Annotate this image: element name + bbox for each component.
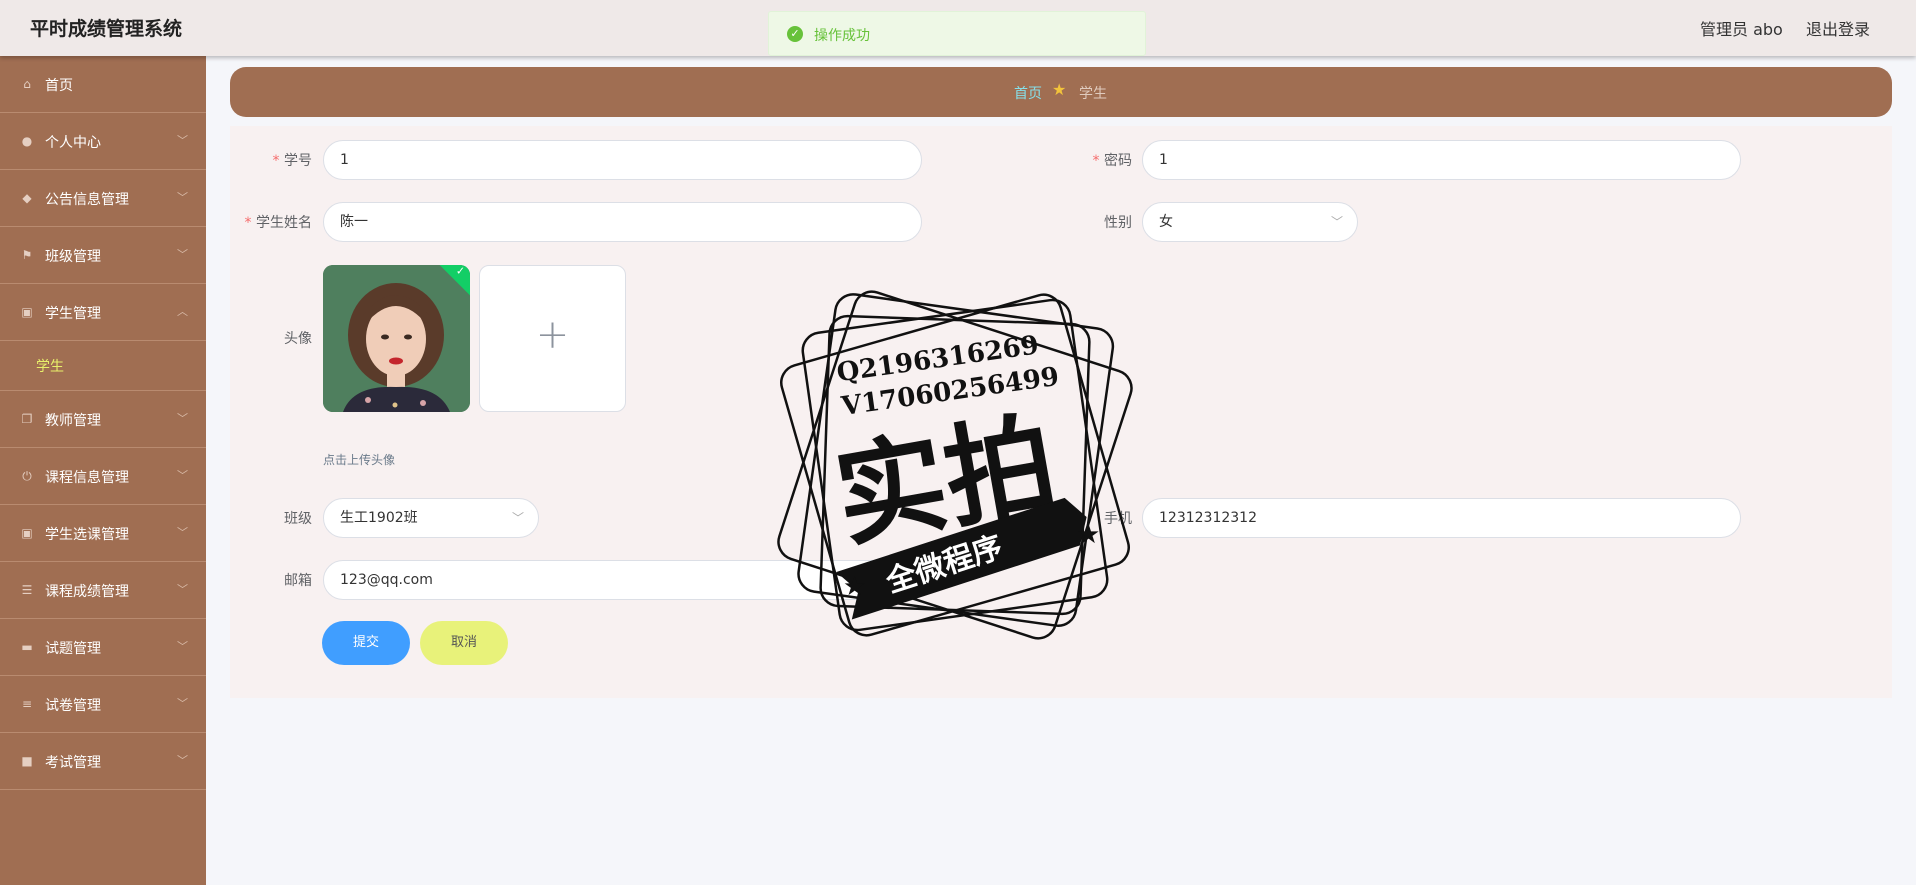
chevron-down-icon: ﹀ — [177, 412, 188, 425]
sidebar-item-course-info[interactable]: ⏻ 课程信息管理 ﹀ — [0, 448, 206, 505]
check-icon: ✓ — [455, 265, 466, 278]
plus-icon: + — [535, 312, 570, 358]
password-input[interactable]: 1 — [1142, 140, 1741, 180]
sidebar-subitem-student[interactable]: 学生 — [0, 341, 206, 391]
class-value: 生工1902班 — [340, 510, 418, 526]
avatar-upload-button[interactable]: + — [479, 265, 626, 412]
toast-message: 操作成功 — [814, 28, 870, 44]
phone-input[interactable]: 12312312312 — [1142, 498, 1741, 538]
app-title: 平时成绩管理系统 — [30, 18, 183, 40]
sidebar-item-class[interactable]: ⚑ 班级管理 ﹀ — [0, 227, 206, 284]
email-label: 邮箱 — [284, 573, 312, 589]
sidebar-item-label: 课程信息管理 — [45, 470, 129, 486]
sidebar-subitem-label: 学生 — [36, 359, 64, 375]
sidebar-item-papers[interactable]: ≡ 试卷管理 ﹀ — [0, 676, 206, 733]
sliders-icon: ≡ — [21, 697, 33, 711]
sidebar-item-exams[interactable]: ■ 考试管理 ﹀ — [0, 733, 206, 790]
gender-value: 女 — [1159, 214, 1173, 230]
list-icon: ☰ — [21, 583, 33, 597]
chevron-up-icon: ︿ — [177, 305, 188, 318]
star-icon: ★ — [1052, 80, 1067, 99]
chevron-down-icon: ﹀ — [177, 191, 188, 204]
sidebar-item-home[interactable]: ⌂ 首页 — [0, 56, 206, 113]
sidebar-item-label: 个人中心 — [45, 135, 101, 151]
avatar-image — [323, 265, 470, 412]
sidebar-item-label: 教师管理 — [45, 413, 101, 429]
chevron-down-icon: ﹀ — [511, 511, 524, 525]
avatar-label: 头像 — [284, 331, 312, 347]
sidebar-item-personal-center[interactable]: ● 个人中心 ﹀ — [0, 113, 206, 170]
home-icon: ⌂ — [23, 77, 31, 91]
flag-icon: ⚑ — [21, 248, 33, 262]
sidebar: ⌂ 首页 ● 个人中心 ﹀ ◆ 公告信息管理 ﹀ ⚑ 班级管理 ﹀ ▣ 学生管理… — [0, 56, 206, 885]
gender-select[interactable]: 女 ﹀ — [1142, 202, 1358, 242]
monitor-icon: ▬ — [21, 640, 33, 654]
avatar-preview[interactable]: ✓ — [323, 265, 470, 412]
chevron-down-icon: ﹀ — [177, 469, 188, 482]
chevron-down-icon: ﹀ — [177, 583, 188, 596]
sidebar-item-grades[interactable]: ☰ 课程成绩管理 ﹀ — [0, 562, 206, 619]
sidebar-item-notice[interactable]: ◆ 公告信息管理 ﹀ — [0, 170, 206, 227]
sidebar-item-teacher[interactable]: ❐ 教师管理 ﹀ — [0, 391, 206, 448]
submit-button[interactable]: 提交 — [322, 621, 410, 665]
sidebar-item-label: 学生管理 — [45, 306, 101, 322]
gender-label: 性别 — [1104, 215, 1132, 231]
sidebar-item-label: 试卷管理 — [45, 698, 101, 714]
chevron-down-icon: ﹀ — [177, 754, 188, 767]
chevron-down-icon: ﹀ — [177, 640, 188, 653]
user-role: 管理员 abo — [1700, 20, 1783, 39]
sidebar-item-label: 考试管理 — [45, 755, 101, 771]
password-label: * 密码 — [1092, 153, 1132, 169]
sidebar-item-course-selection[interactable]: ▣ 学生选课管理 ﹀ — [0, 505, 206, 562]
breadcrumb-home[interactable]: 首页 — [1014, 83, 1042, 103]
power-icon: ⏻ — [22, 469, 32, 483]
sidebar-item-label: 试题管理 — [45, 641, 101, 657]
sidebar-item-student[interactable]: ▣ 学生管理 ︿ — [0, 284, 206, 341]
bell-icon: ◆ — [22, 191, 32, 205]
chevron-down-icon: ﹀ — [177, 697, 188, 710]
student-id-label: * 学号 — [272, 153, 312, 169]
briefcase-icon: ■ — [21, 754, 33, 768]
student-name-input[interactable]: 陈一 — [323, 202, 922, 242]
chevron-down-icon: ﹀ — [177, 134, 188, 147]
student-name-label: * 学生姓名 — [244, 215, 312, 231]
chevron-down-icon: ﹀ — [177, 526, 188, 539]
success-toast: ✓ 操作成功 — [768, 11, 1146, 56]
sidebar-item-label: 班级管理 — [45, 249, 101, 265]
clipboard-icon: ▣ — [21, 526, 33, 540]
student-form: * 学号 1 * 密码 1 * 学生姓名 陈一 性别 女 ﹀ 头像 ✓ + 点击… — [230, 126, 1892, 698]
avatar-upload-tip: 点击上传头像 — [323, 453, 396, 467]
breadcrumb-current: 学生 — [1079, 86, 1107, 102]
cancel-button[interactable]: 取消 — [420, 621, 508, 665]
class-label: 班级 — [284, 511, 312, 527]
class-select[interactable]: 生工1902班 ﹀ — [323, 498, 539, 538]
copy-icon: ❐ — [21, 412, 33, 426]
student-id-input[interactable]: 1 — [323, 140, 922, 180]
clipboard-icon: ▣ — [21, 305, 33, 319]
sidebar-item-label: 首页 — [45, 78, 73, 94]
logout-link[interactable]: 退出登录 — [1806, 16, 1870, 40]
user-icon: ● — [21, 134, 33, 148]
sidebar-item-questions[interactable]: ▬ 试题管理 ﹀ — [0, 619, 206, 676]
breadcrumb: 首页 ★ 学生 — [230, 67, 1892, 117]
phone-label: 手机 — [1104, 511, 1132, 527]
sidebar-item-label: 课程成绩管理 — [45, 584, 129, 600]
sidebar-item-label: 学生选课管理 — [45, 527, 129, 543]
email-input[interactable]: 123@qq.com — [323, 560, 922, 600]
success-check-icon: ✓ — [787, 26, 803, 42]
sidebar-item-label: 公告信息管理 — [45, 192, 129, 208]
chevron-down-icon: ﹀ — [177, 248, 188, 261]
chevron-down-icon: ﹀ — [1330, 215, 1343, 229]
